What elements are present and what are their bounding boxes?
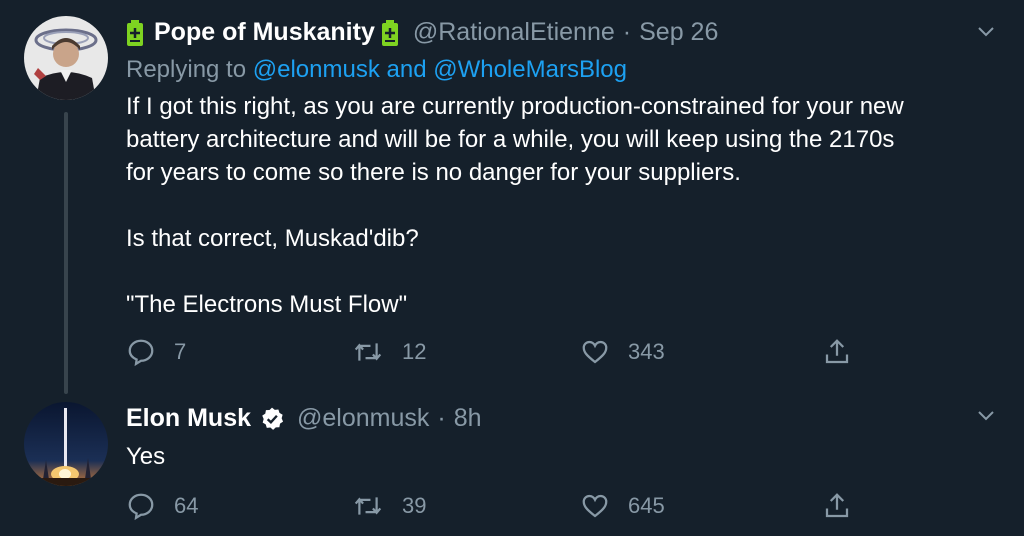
chevron-down-icon[interactable] (974, 20, 998, 44)
separator-dot: · (437, 404, 446, 432)
display-name[interactable]: Elon Musk (126, 404, 251, 433)
like-count: 645 (628, 493, 665, 518)
tweet-rationaletienne[interactable]: Pope of Muskanity @RationalEtienne · Sep… (0, 0, 1024, 394)
avatar-elonmusk[interactable] (24, 402, 108, 486)
replying-to: Replying to @elonmusk and @WholeMarsBlog (126, 56, 627, 84)
retweet-icon (354, 497, 382, 515)
share-button[interactable] (822, 486, 870, 526)
share-icon (825, 493, 849, 518)
tweet-body: Yes (126, 443, 166, 470)
like-count: 343 (628, 339, 665, 364)
battery-icon (381, 19, 399, 46)
avatar-image (24, 16, 108, 100)
avatar-rationaletienne[interactable] (24, 16, 108, 100)
tweet-actions: 7 12 343 (126, 332, 886, 372)
retweet-icon (354, 343, 382, 361)
like-button[interactable]: 343 (580, 332, 665, 372)
tweet-body: If I got this right, as you are currentl… (126, 93, 904, 318)
retweet-count: 12 (402, 339, 427, 364)
user-handle[interactable]: @RationalEtienne (413, 18, 615, 47)
replying-prefix: Replying to (126, 56, 247, 83)
tweet-timestamp[interactable]: Sep 26 (639, 18, 718, 47)
thread-connector-line (64, 112, 68, 394)
retweet-count: 39 (402, 493, 427, 518)
replying-and: and (386, 56, 427, 83)
like-button[interactable]: 645 (580, 486, 665, 526)
reply-icon (128, 339, 154, 367)
verified-badge-icon (259, 406, 285, 432)
user-handle[interactable]: @elonmusk (297, 404, 429, 433)
tweet-elonmusk[interactable]: Elon Musk @elonmusk · 8h Yes 64 39 645 (0, 392, 1024, 536)
battery-icon (126, 19, 144, 46)
tweet-header: Pope of Muskanity @RationalEtienne · Sep… (126, 18, 718, 47)
reply-button[interactable]: 7 (126, 332, 186, 372)
reply-icon (128, 493, 154, 521)
tweet-header: Elon Musk @elonmusk · 8h (126, 404, 482, 433)
chevron-down-icon[interactable] (974, 404, 998, 428)
tweet-actions: 64 39 645 (126, 486, 886, 526)
mention-link-elonmusk[interactable]: @elonmusk (253, 56, 380, 83)
like-icon (582, 340, 608, 364)
reply-count: 7 (174, 339, 187, 364)
share-icon (825, 339, 849, 364)
avatar-image (24, 402, 108, 486)
mention-link-wholemarsblog[interactable]: @WholeMarsBlog (433, 56, 627, 83)
like-icon (582, 494, 608, 518)
retweet-button[interactable]: 39 (352, 486, 426, 526)
tweet-timestamp[interactable]: 8h (454, 404, 482, 433)
reply-count: 64 (174, 493, 199, 518)
share-button[interactable] (822, 332, 870, 372)
reply-button[interactable]: 64 (126, 486, 198, 526)
display-name[interactable]: Pope of Muskanity (154, 18, 375, 47)
separator-dot: · (622, 18, 632, 46)
retweet-button[interactable]: 12 (352, 332, 426, 372)
